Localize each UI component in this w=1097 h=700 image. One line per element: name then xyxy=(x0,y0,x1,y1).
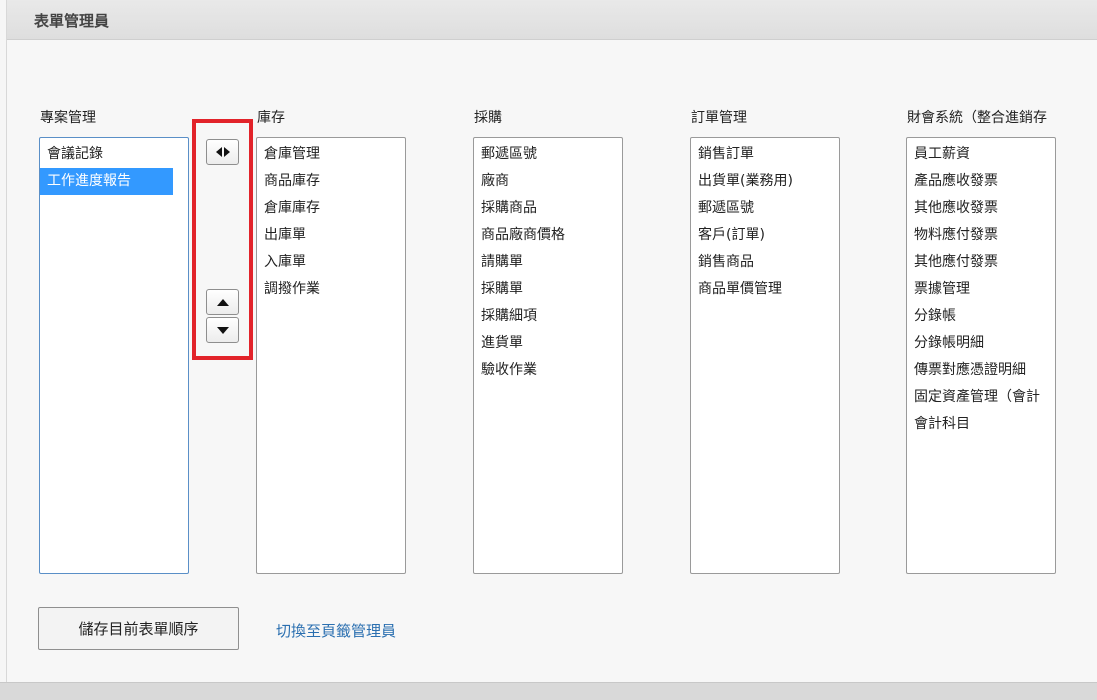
list-item[interactable]: 銷售商品 xyxy=(691,249,839,276)
move-down-button[interactable] xyxy=(206,317,239,343)
list-item[interactable]: 請購單 xyxy=(474,249,622,276)
save-order-button[interactable]: 儲存目前表單順序 xyxy=(38,607,239,650)
listbox-inventory[interactable]: 倉庫管理 商品庫存 倉庫庫存 出庫單 入庫單 調撥作業 xyxy=(256,137,406,574)
window-title: 表單管理員 xyxy=(34,12,110,30)
list-item[interactable]: 郵遞區號 xyxy=(474,141,622,168)
bottom-bar xyxy=(0,682,1097,700)
list-item[interactable]: 客戶(訂單) xyxy=(691,222,839,249)
list-item[interactable]: 出貨單(業務用) xyxy=(691,168,839,195)
column-title-purchasing: 採購 xyxy=(474,110,502,126)
list-item[interactable]: 入庫單 xyxy=(257,249,405,276)
list-item[interactable]: 郵遞區號 xyxy=(691,195,839,222)
listbox-purchasing[interactable]: 郵遞區號 廠商 採購商品 商品廠商價格 請購單 採購單 採購細項 進貨單 驗收作… xyxy=(473,137,623,574)
list-item[interactable]: 倉庫庫存 xyxy=(257,195,405,222)
list-item[interactable]: 倉庫管理 xyxy=(257,141,405,168)
list-item[interactable]: 員工薪資 xyxy=(907,141,1055,168)
listbox-orders[interactable]: 銷售訂單 出貨單(業務用) 郵遞區號 客戶(訂單) 銷售商品 商品單價管理 xyxy=(690,137,840,574)
list-item[interactable]: 商品單價管理 xyxy=(691,276,839,303)
list-item[interactable]: 驗收作業 xyxy=(474,357,622,384)
triangle-down-icon xyxy=(216,326,229,334)
list-item[interactable]: 出庫單 xyxy=(257,222,405,249)
column-title-orders: 訂單管理 xyxy=(691,110,747,126)
listbox-project[interactable]: 會議記錄 工作進度報告 xyxy=(39,137,189,574)
column-title-project: 專案管理 xyxy=(40,110,96,126)
list-item[interactable]: 產品應收發票 xyxy=(907,168,1055,195)
list-item[interactable]: 傳票對應憑證明細 xyxy=(907,357,1055,384)
list-item[interactable]: 採購細項 xyxy=(474,303,622,330)
right-arrow-icon xyxy=(223,147,230,157)
list-item[interactable]: 廠商 xyxy=(474,168,622,195)
title-bar: 表單管理員 xyxy=(7,0,1097,40)
list-item[interactable]: 進貨單 xyxy=(474,330,622,357)
list-item[interactable]: 銷售訂單 xyxy=(691,141,839,168)
list-item[interactable]: 採購商品 xyxy=(474,195,622,222)
move-to-list-button[interactable] xyxy=(206,139,239,165)
list-item[interactable]: 採購單 xyxy=(474,276,622,303)
list-item[interactable]: 會議記錄 xyxy=(40,141,188,168)
move-up-button[interactable] xyxy=(206,289,239,315)
list-item[interactable]: 商品廠商價格 xyxy=(474,222,622,249)
list-item-selected[interactable]: 工作進度報告 xyxy=(40,168,173,195)
list-item[interactable]: 商品庫存 xyxy=(257,168,405,195)
list-item[interactable]: 調撥作業 xyxy=(257,276,405,303)
left-arrow-icon xyxy=(215,147,222,157)
list-item[interactable]: 其他應付發票 xyxy=(907,249,1055,276)
list-item[interactable]: 固定資產管理（會計 xyxy=(907,384,1055,411)
list-item[interactable]: 票據管理 xyxy=(907,276,1055,303)
list-item[interactable]: 其他應收發票 xyxy=(907,195,1055,222)
list-item[interactable]: 分錄帳明細 xyxy=(907,330,1055,357)
list-item[interactable]: 物料應付發票 xyxy=(907,222,1055,249)
list-item[interactable]: 會計科目 xyxy=(907,411,1055,438)
column-title-accounting: 財會系統（整合進銷存 xyxy=(907,110,1047,126)
list-item[interactable]: 分錄帳 xyxy=(907,303,1055,330)
column-title-inventory: 庫存 xyxy=(257,110,285,126)
triangle-up-icon xyxy=(216,298,229,306)
switch-to-tab-manager-link[interactable]: 切換至頁籤管理員 xyxy=(276,620,396,641)
listbox-accounting[interactable]: 員工薪資 產品應收發票 其他應收發票 物料應付發票 其他應付發票 票據管理 分錄… xyxy=(906,137,1056,574)
